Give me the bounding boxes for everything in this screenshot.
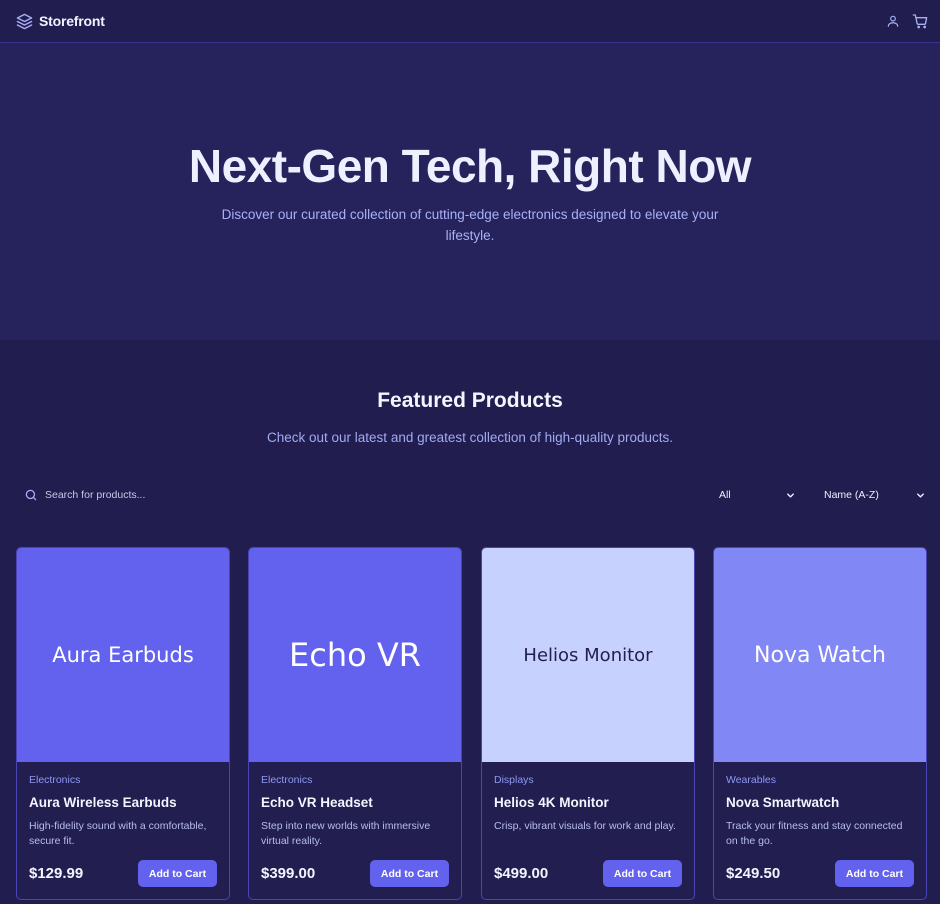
layers-icon xyxy=(16,13,33,30)
hero-subtitle: Discover our curated collection of cutti… xyxy=(221,207,719,243)
add-to-cart-button[interactable]: Add to Cart xyxy=(835,860,914,887)
product-image-text: Echo VR xyxy=(289,636,421,674)
product-image[interactable]: Helios Monitor xyxy=(482,548,694,762)
sort-select-value: Name (A-Z) xyxy=(824,489,879,501)
product-card[interactable]: Helios Monitor Displays Helios 4K Monito… xyxy=(481,547,695,900)
chevron-down-icon xyxy=(785,490,796,501)
product-image[interactable]: Nova Watch xyxy=(714,548,926,762)
product-image-text: Aura Earbuds xyxy=(52,643,194,667)
product-price: $499.00 xyxy=(494,865,549,882)
product-card[interactable]: Nova Watch Wearables Nova Smartwatch Tra… xyxy=(713,547,927,900)
top-navbar: Storefront xyxy=(0,0,940,43)
product-price: $249.50 xyxy=(726,865,781,882)
product-name[interactable]: Nova Smartwatch xyxy=(726,795,839,810)
search-input[interactable] xyxy=(45,489,305,501)
product-image[interactable]: Aura Earbuds xyxy=(17,548,229,762)
hero-title: Next-Gen Tech, Right Now xyxy=(188,140,752,192)
search-bar xyxy=(24,485,324,505)
product-card[interactable]: Aura Earbuds Electronics Aura Wireless E… xyxy=(16,547,230,900)
product-name[interactable]: Aura Wireless Earbuds xyxy=(29,795,177,810)
product-image[interactable]: Echo VR xyxy=(249,548,461,762)
product-name[interactable]: Echo VR Headset xyxy=(261,795,373,810)
add-to-cart-button[interactable]: Add to Cart xyxy=(370,860,449,887)
category-select[interactable]: All xyxy=(719,486,796,504)
search-icon xyxy=(24,488,38,502)
hero-section: Next-Gen Tech, Right Now Discover our cu… xyxy=(0,43,940,340)
product-description: Track your fitness and stay connected on… xyxy=(726,820,903,847)
add-to-cart-button[interactable]: Add to Cart xyxy=(603,860,682,887)
add-to-cart-button[interactable]: Add to Cart xyxy=(138,860,217,887)
product-image-text: Helios Monitor xyxy=(523,644,653,666)
category-select-value: All xyxy=(719,489,731,501)
cart-icon[interactable] xyxy=(912,13,928,29)
product-price: $399.00 xyxy=(261,865,316,882)
brand-name: Storefront xyxy=(39,13,105,29)
product-category: Electronics xyxy=(261,774,313,786)
product-category: Wearables xyxy=(726,774,776,786)
product-price: $129.99 xyxy=(29,865,84,882)
product-description: Step into new worlds with immersive virt… xyxy=(261,820,431,847)
product-category: Electronics xyxy=(29,774,81,786)
chevron-down-icon xyxy=(915,490,926,501)
product-name[interactable]: Helios 4K Monitor xyxy=(494,795,609,810)
product-description: High-fidelity sound with a comfortable, … xyxy=(29,820,207,847)
product-description: Crisp, vibrant visuals for work and play… xyxy=(494,820,676,832)
featured-subtitle: Check out our latest and greatest collec… xyxy=(267,430,673,445)
sort-select[interactable]: Name (A-Z) xyxy=(824,486,926,504)
brand-link[interactable]: Storefront xyxy=(16,13,105,30)
user-icon[interactable] xyxy=(886,14,900,28)
product-image-text: Nova Watch xyxy=(754,642,886,668)
product-category: Displays xyxy=(494,774,534,786)
featured-title: Featured Products xyxy=(377,389,563,412)
product-card[interactable]: Echo VR Electronics Echo VR Headset Step… xyxy=(248,547,462,900)
